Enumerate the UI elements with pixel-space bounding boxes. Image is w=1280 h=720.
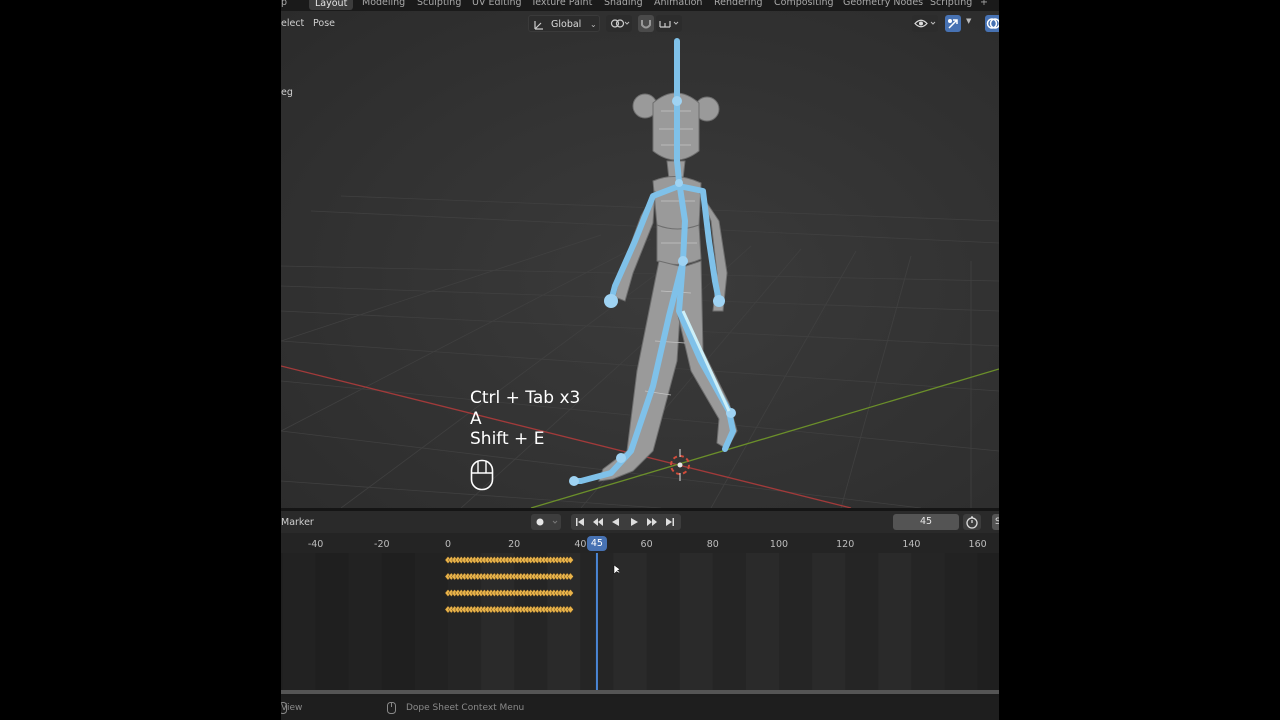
ruler-tick-label: 100 — [769, 539, 789, 550]
jump-to-start-icon[interactable] — [571, 514, 589, 530]
pivot-point-button[interactable] — [606, 15, 632, 32]
keystroke-line-1: Ctrl + Tab x3 — [470, 388, 581, 408]
transform-orientation-dropdown[interactable]: Global ⌄ — [528, 15, 600, 32]
frame-band — [779, 553, 813, 690]
frame-ruler[interactable]: -40 -20 0 20 40 60 80 100 120 140 160 45 — [281, 533, 999, 553]
tab-scripting[interactable]: Scripting — [930, 0, 972, 8]
tracks-canvas — [281, 553, 999, 690]
ruler-tick-label: 140 — [902, 539, 921, 550]
magnet-icon — [641, 20, 651, 29]
tab-sculpting[interactable]: Sculpting — [417, 0, 461, 8]
ruler-tick-label: 0 — [444, 539, 452, 550]
playback-timer-button[interactable] — [963, 514, 981, 530]
tab-rendering[interactable]: Rendering — [714, 0, 763, 8]
tab-shading[interactable]: Shading — [604, 0, 643, 8]
jump-to-end-icon[interactable] — [661, 514, 679, 530]
out-of-range-shade — [944, 553, 999, 690]
frame-band — [845, 553, 879, 690]
chevron-down-icon: ⌄ — [590, 20, 597, 29]
timeline-editor: Marker 45 S -40 -20 0 20 40 60 80 100 12… — [281, 511, 999, 694]
playback-controls — [571, 514, 681, 530]
start-frame-field[interactable]: S — [992, 514, 999, 530]
link-icon — [610, 19, 630, 28]
tab-uv-editing[interactable]: UV Editing — [472, 0, 522, 8]
ruler-tick-label: 20 — [508, 539, 521, 550]
3d-viewport[interactable]: elect Pose Global ⌄ ▼ eg Ctrl + Tab x3 A… — [281, 11, 999, 508]
play-icon[interactable] — [625, 514, 643, 530]
status-bar: View Dope Sheet Context Menu — [281, 697, 999, 720]
tab-animation[interactable]: Animation — [654, 0, 702, 8]
timeline-header: Marker 45 S — [281, 511, 999, 533]
tab-modeling[interactable]: Modeling — [362, 0, 405, 8]
frame-band — [679, 553, 713, 690]
visibility-button[interactable] — [912, 15, 938, 32]
frame-band — [878, 553, 912, 690]
out-of-range-shade — [281, 553, 448, 690]
marker-menu[interactable]: Marker — [281, 517, 314, 528]
tab-layout[interactable]: Layout — [309, 0, 354, 10]
ruler-tick-label: 60 — [640, 539, 653, 550]
current-frame-field[interactable]: 45 — [893, 514, 959, 530]
tab-texture-paint[interactable]: Texture Paint — [531, 0, 592, 8]
keystroke-line-2: A — [470, 408, 482, 429]
tab-app-menu[interactable]: p — [281, 0, 287, 8]
overlays-icon — [986, 18, 999, 29]
play-reverse-icon[interactable] — [607, 514, 625, 530]
record-icon[interactable] — [531, 514, 561, 530]
snap-increment-icon — [659, 21, 679, 28]
frame-band — [911, 553, 945, 690]
ruler-tick-label: 160 — [968, 539, 987, 550]
status-context-menu-hint: Dope Sheet Context Menu — [406, 703, 525, 713]
gizmo-icon — [948, 19, 958, 29]
gizmo-toggle-button[interactable] — [945, 15, 961, 32]
auto-keying-group — [531, 514, 561, 530]
orientation-label: Global — [551, 19, 582, 30]
orientation-axes-icon — [534, 21, 543, 30]
select-menu[interactable]: elect — [281, 18, 304, 29]
ruler-tick-label: -40 — [307, 539, 324, 550]
snap-toggle-button[interactable] — [638, 15, 654, 32]
keystroke-overlay: Ctrl + Tab x3 A Shift + E — [470, 388, 580, 450]
frame-band — [613, 553, 647, 690]
stopwatch-icon — [966, 516, 978, 529]
tab-geometry-nodes[interactable]: Geometry Nodes — [843, 0, 923, 8]
eye-icon — [914, 19, 936, 28]
add-workspace-button[interactable]: + — [980, 0, 988, 8]
mouse-right-icon — [387, 702, 396, 714]
blender-window: p Layout Modeling Sculpting UV Editing T… — [281, 0, 999, 720]
ruler-tick-label: 80 — [706, 539, 719, 550]
frame-band — [712, 553, 746, 690]
keystroke-line-3: Shift + E — [470, 429, 545, 449]
overlay-toggle-button[interactable] — [985, 15, 999, 32]
jump-to-keyframe-next-icon[interactable] — [643, 514, 661, 530]
pose-menu[interactable]: Pose — [313, 18, 335, 29]
ruler-tick-label: -20 — [374, 539, 390, 550]
keyframe-tracks[interactable] — [281, 553, 999, 690]
status-view-hint: View — [281, 703, 303, 713]
ruler-tick-label: 40 — [574, 539, 587, 550]
ruler-tick-label: 120 — [836, 539, 855, 550]
gizmo-chevron-icon[interactable]: ▼ — [966, 17, 971, 25]
tab-compositing[interactable]: Compositing — [774, 0, 834, 8]
side-panel-label: eg — [281, 87, 293, 98]
frame-band — [745, 553, 779, 690]
viewport-header: elect Pose Global ⌄ ▼ — [281, 11, 999, 37]
frame-band — [646, 553, 680, 690]
timeline-scrollbar[interactable] — [281, 690, 999, 694]
viewport-scene — [281, 38, 999, 508]
snap-target-button[interactable] — [656, 15, 682, 32]
frame-band — [812, 553, 846, 690]
jump-to-keyframe-prev-icon[interactable] — [589, 514, 607, 530]
mouse-icon — [470, 459, 494, 491]
workspace-tab-bar: p Layout Modeling Sculpting UV Editing T… — [281, 0, 999, 11]
playhead-frame-indicator[interactable]: 45 — [586, 536, 607, 551]
